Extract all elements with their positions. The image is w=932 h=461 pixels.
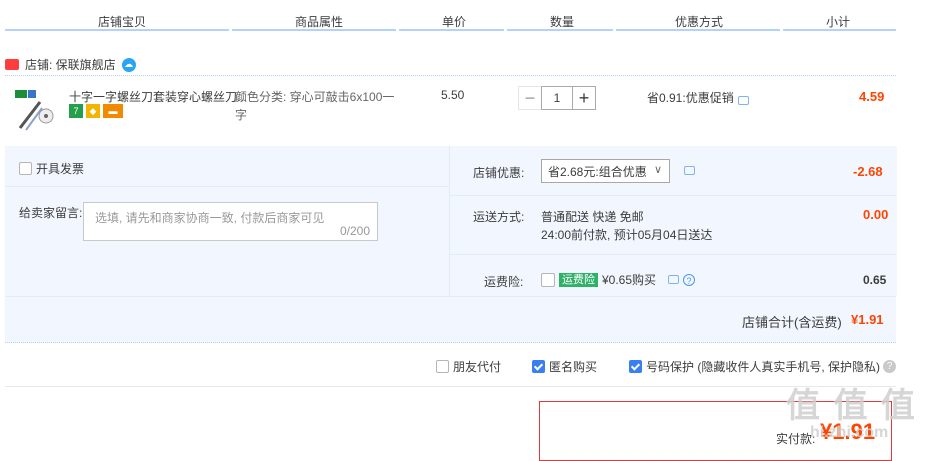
divider	[449, 254, 896, 255]
item-discount-text: 省0.91:优惠促销	[647, 91, 734, 105]
item-subtotal: 4.59	[859, 89, 885, 104]
comment-icon[interactable]	[684, 166, 695, 175]
seven-day-return-icon[interactable]: 7	[69, 104, 83, 118]
header-underline	[399, 29, 504, 31]
number-protect-checkbox[interactable]	[629, 360, 642, 373]
divider	[5, 296, 896, 297]
qty-input[interactable]: 1	[541, 86, 573, 110]
shop-discount-amount: -2.68	[853, 164, 883, 179]
friend-pay-option[interactable]: 朋友代付	[436, 358, 501, 375]
help-icon[interactable]: ?	[883, 360, 896, 373]
shipping-method: 普通配送 快递 免邮	[541, 210, 644, 224]
item-discount: 省0.91:优惠促销	[647, 89, 749, 106]
product-thumbnail-image[interactable]	[12, 88, 58, 132]
col-header-qty: 数量	[550, 15, 575, 29]
invoice-checkbox[interactable]	[19, 162, 32, 175]
item-row	[5, 75, 896, 146]
anonymous-option[interactable]: 匿名购买	[532, 358, 597, 375]
shipping-amount: 0.00	[863, 207, 889, 222]
header-underline	[5, 29, 229, 31]
anonymous-label: 匿名购买	[549, 360, 598, 374]
shop-discount-value: 省2.68元:组合优惠	[548, 164, 647, 179]
message-textarea[interactable]: 选填, 请先和商家协商一致, 付款后商家可见 0/200	[83, 202, 378, 241]
divider	[5, 386, 896, 387]
divider	[449, 195, 896, 196]
shipping-eta: 24:00前付款, 预计05月04日送达	[541, 228, 713, 242]
insurance-checkbox[interactable]	[541, 272, 555, 287]
number-protect-option[interactable]: 号码保护 (隐藏收件人真实手机号, 保护隐私)	[629, 358, 880, 375]
header-underline	[232, 29, 396, 31]
message-counter: 0/200	[339, 224, 370, 238]
comment-icon[interactable]	[668, 275, 680, 284]
quantity-stepper: − 1 +	[518, 86, 596, 110]
header-underline	[616, 29, 780, 31]
col-header-shop-item: 店铺宝贝	[98, 15, 147, 29]
anonymous-checkbox[interactable]	[532, 360, 545, 373]
col-header-attr: 商品属性	[295, 15, 344, 29]
shop-name[interactable]: 店铺: 保联旗舰店	[25, 56, 116, 73]
help-icon[interactable]: ?	[683, 273, 696, 286]
shop-total-label: 店铺合计(含运费)	[742, 315, 842, 330]
shop-icon	[5, 59, 19, 70]
message-placeholder: 选填, 请先和商家协商一致, 付款后商家可见	[95, 211, 325, 225]
shop-bar: 店铺: 保联旗舰店 ☁	[5, 56, 136, 73]
insurance-price: ¥0.65购买	[602, 273, 657, 287]
friend-pay-checkbox[interactable]	[436, 360, 449, 373]
message-label: 给卖家留言:	[19, 206, 83, 220]
watermark-logo: 值 值 值	[786, 387, 917, 425]
col-header-subtotal: 小计	[826, 15, 851, 29]
comment-icon[interactable]	[737, 96, 749, 105]
col-header-price: 单价	[442, 15, 467, 29]
guarantee-icon[interactable]: ◆	[86, 104, 100, 118]
product-attribute: 颜色分类: 穿心可敲击6x100一 字	[235, 88, 394, 124]
col-header-discount: 优惠方式	[675, 15, 724, 29]
chevron-down-icon: ∨	[653, 164, 662, 176]
invoice-option[interactable]: 开具发票	[19, 160, 84, 177]
service-badges: 7 ◆ ▬	[69, 104, 123, 118]
header-underline	[783, 29, 896, 31]
attr-line: 字	[235, 108, 248, 122]
wangwang-icon[interactable]: ☁	[121, 57, 136, 72]
attr-line: 颜色分类: 穿心可敲击6x100一	[235, 90, 395, 104]
number-protect-label: 号码保护 (隐藏收件人真实手机号, 保护隐私)	[646, 360, 880, 374]
unit-price: 5.50	[441, 88, 465, 102]
qty-plus-button[interactable]: +	[572, 86, 596, 110]
header-underline	[507, 29, 613, 31]
invoice-label: 开具发票	[36, 162, 85, 176]
product-title-link[interactable]: 十字一字螺丝刀套装穿心螺丝刀...	[69, 88, 247, 105]
shop-discount-select[interactable]: 省2.68元:组合优惠 ∨	[541, 159, 670, 183]
shop-discount-label: 店铺优惠:	[473, 166, 525, 180]
qty-minus-button[interactable]: −	[518, 86, 542, 110]
shipping-label: 运送方式:	[473, 210, 525, 224]
insurance-option[interactable]: 运费险 ¥0.65购买 ?	[541, 271, 696, 288]
watermark-url: hi.zhi.com	[810, 424, 889, 441]
friend-pay-label: 朋友代付	[453, 360, 502, 374]
insurance-label: 运费险:	[484, 275, 524, 289]
shop-total-amount: ¥1.91	[851, 312, 884, 327]
shipping-info: 普通配送 快递 免邮 24:00前付款, 预计05月04日送达	[541, 208, 712, 244]
insurance-amount: 0.65	[863, 273, 887, 287]
divider	[5, 186, 449, 187]
insurance-badge: 运费险	[559, 272, 598, 287]
credit-card-icon[interactable]: ▬	[103, 104, 123, 118]
